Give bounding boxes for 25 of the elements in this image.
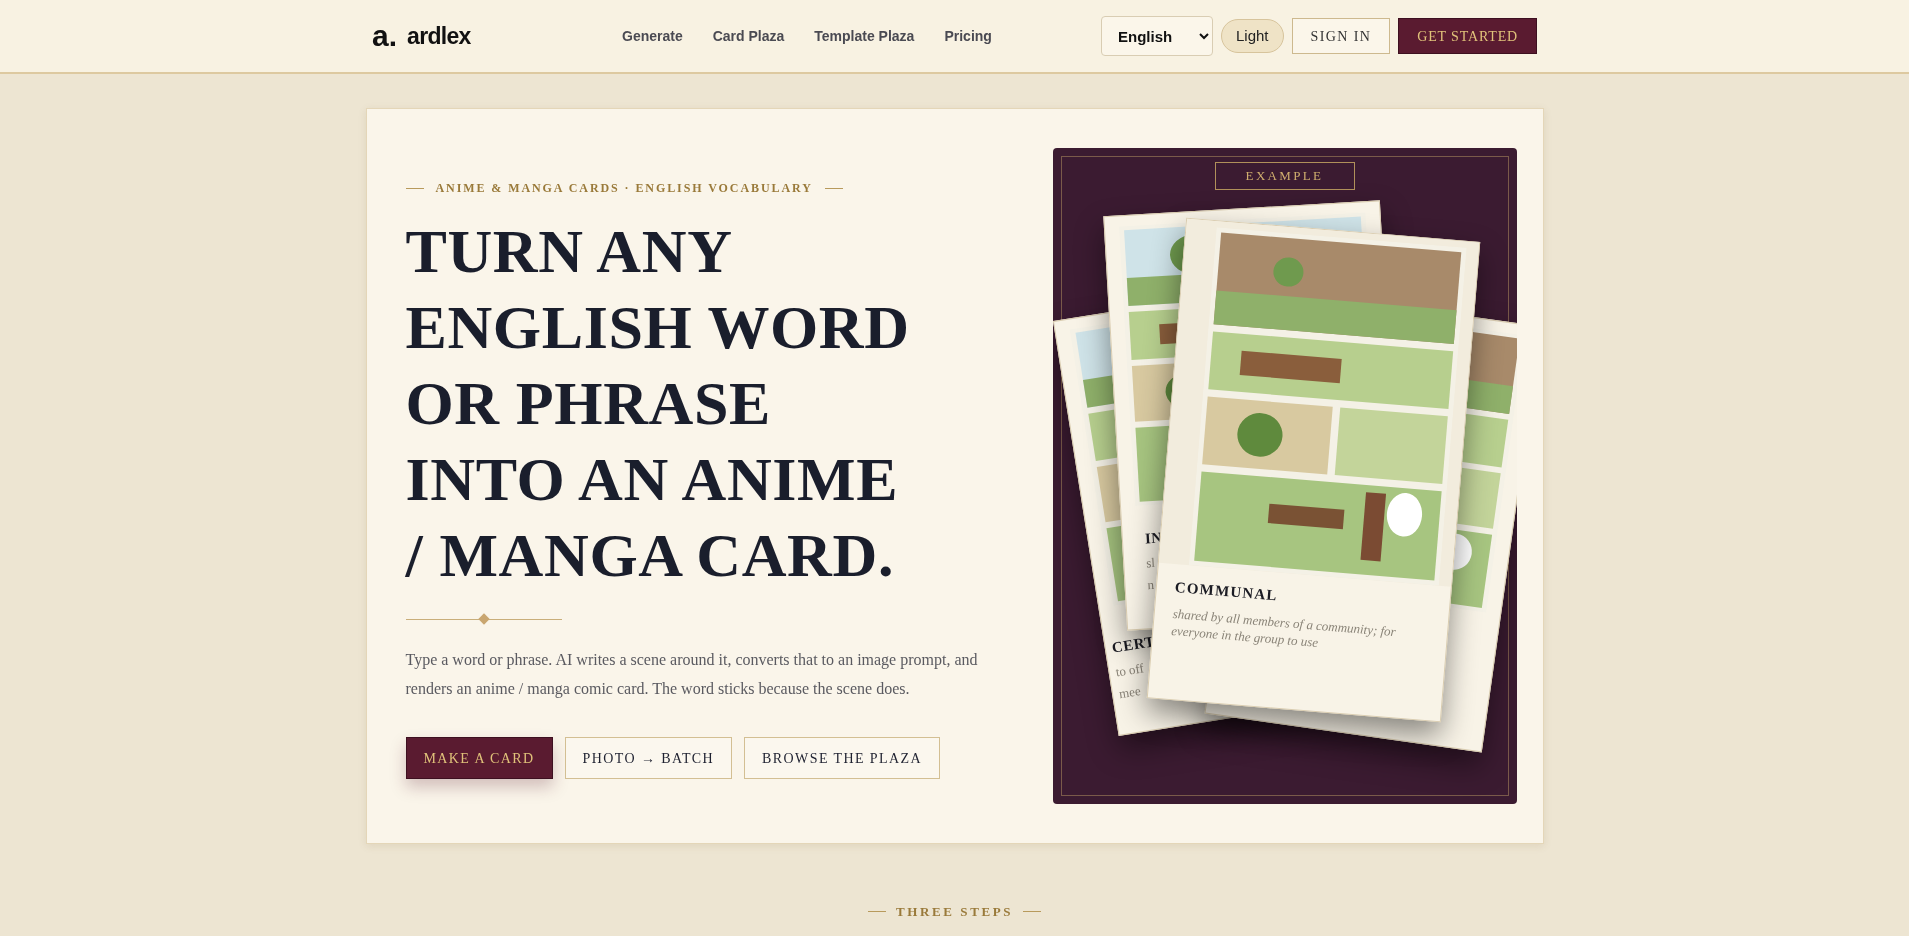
hero-button[interactable]: MAKE A CARD — [405, 737, 553, 779]
hero-eyebrow: ANIME & MANGA CARDS · ENGLISH VOCABULARY — [435, 180, 813, 197]
card-definition: mee — [1117, 682, 1142, 704]
card-definition: to off — [1113, 658, 1145, 681]
sign-in-button[interactable]: SIGN IN — [1291, 18, 1391, 54]
hero-button[interactable]: PHOTO → BATCH — [564, 737, 733, 779]
card-definition: sl — [1145, 553, 1155, 572]
card-word: COMMUNAL — [1173, 578, 1279, 606]
nav-link[interactable]: Card Plaza — [712, 25, 785, 47]
card-definition: n — [1146, 576, 1155, 595]
hero-headline: TURN ANY ENGLISH WORD OR PHRASE INTO AN ANIME / MANGA CARD. — [405, 216, 911, 591]
hero-description: Type a word or phrase. AI writes a scene around it, converts that to an image prompt, and renders an anime / manga comic card. The word sticks because the scene does. — [405, 650, 979, 700]
get-started-button[interactable]: GET STARTED — [1398, 18, 1537, 54]
example-badge: EXAMPLE — [1214, 162, 1355, 190]
hero-button[interactable]: BROWSE THE PLAZA — [744, 737, 940, 779]
theme-toggle[interactable]: Light — [1220, 19, 1284, 53]
nav-link[interactable]: Template Plaza — [814, 25, 915, 47]
language-select[interactable]: English — [1100, 16, 1213, 56]
card-word: CERT — [1109, 632, 1157, 658]
section-eyebrow: THREE STEPS — [895, 903, 1014, 921]
logo-text[interactable]: ardlex — [407, 18, 471, 54]
nav-link[interactable]: Generate — [622, 25, 683, 47]
logo-mark[interactable]: a. — [372, 21, 398, 51]
nav-link[interactable]: Pricing — [944, 25, 992, 47]
card-definition: shared by all members of a community; for everyone in the group to use — [1170, 604, 1397, 652]
